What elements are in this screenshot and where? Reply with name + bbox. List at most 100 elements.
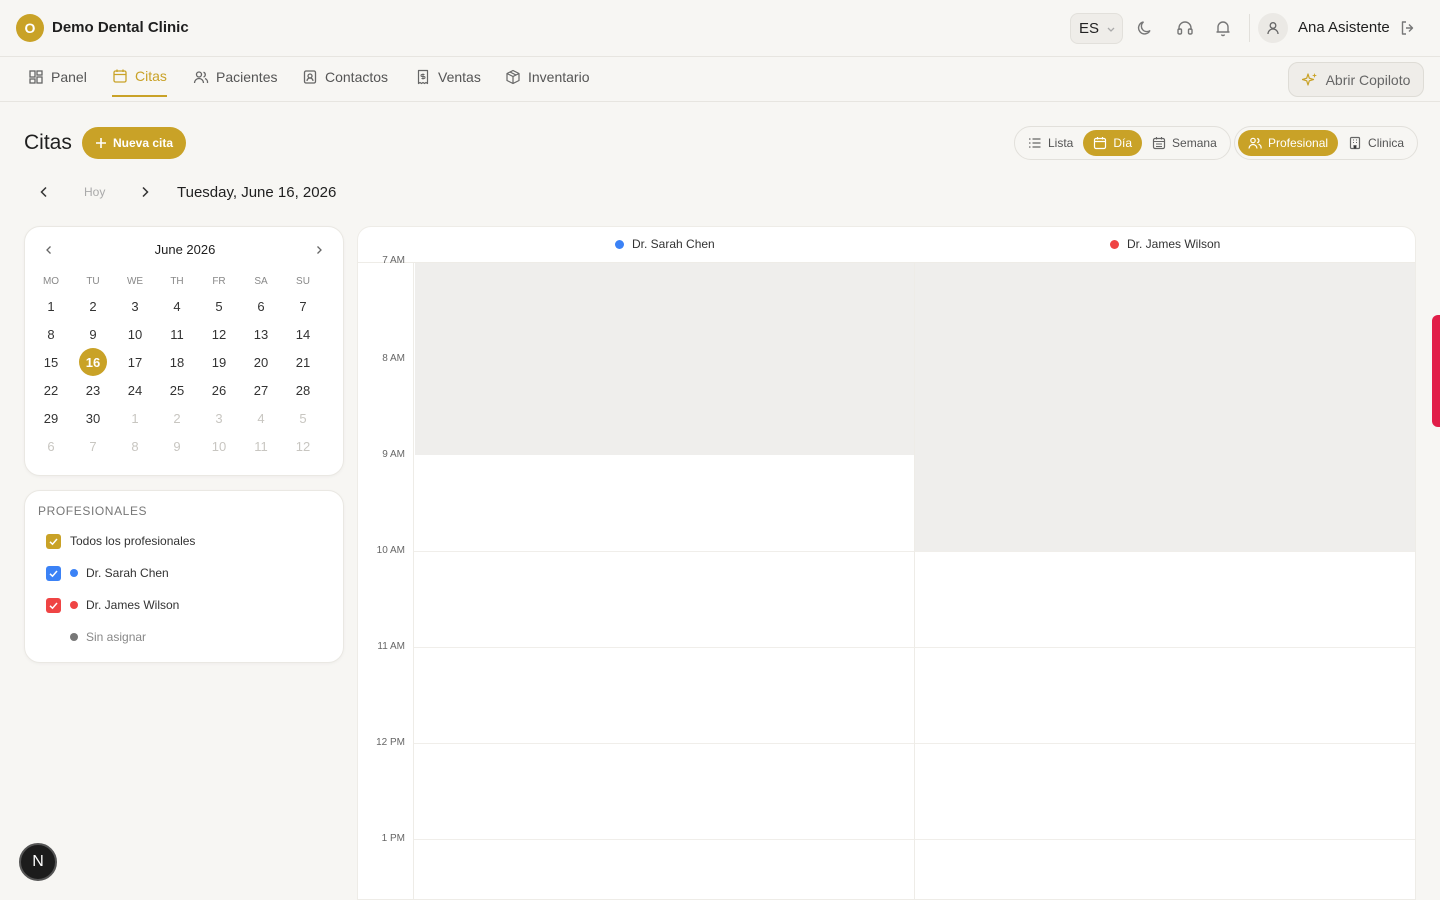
calendar-day[interactable]: 30 — [72, 404, 114, 432]
calendar-day[interactable]: 8 — [114, 432, 156, 460]
color-dot — [70, 601, 78, 609]
calendar-day[interactable]: 1 — [30, 292, 72, 320]
floating-badge[interactable]: N — [19, 843, 57, 881]
users-icon — [1248, 136, 1262, 150]
calendar-day[interactable]: 12 — [198, 320, 240, 348]
today-button[interactable]: Hoy — [84, 185, 105, 199]
view-week-button[interactable]: Semana — [1142, 130, 1227, 156]
hour-line — [414, 839, 1415, 840]
copilot-label: Abrir Copiloto — [1325, 71, 1411, 88]
calendar-day[interactable]: 21 — [282, 348, 324, 376]
day-number: 18 — [169, 354, 185, 370]
prev-day-button[interactable] — [36, 184, 52, 200]
bell-icon[interactable] — [1213, 18, 1233, 38]
checkbox[interactable] — [46, 597, 61, 613]
group-clinic-button[interactable]: Clinica — [1338, 130, 1414, 156]
calendar-day[interactable]: 6 — [30, 432, 72, 460]
checkbox[interactable] — [46, 565, 61, 581]
calendar-day[interactable]: 3 — [114, 292, 156, 320]
calendar-day[interactable]: 5 — [282, 404, 324, 432]
filter-unassigned[interactable]: Sin asignar — [70, 628, 146, 646]
building-icon — [1348, 136, 1362, 150]
calendar-day[interactable]: 4 — [240, 404, 282, 432]
calendar-day[interactable]: 28 — [282, 376, 324, 404]
clinic-name[interactable]: Demo Dental Clinic — [52, 19, 189, 36]
calendar-day[interactable]: 7 — [72, 432, 114, 460]
user-name[interactable]: Ana Asistente — [1298, 19, 1390, 36]
calendar-day[interactable]: 11 — [156, 320, 198, 348]
checkbox[interactable] — [46, 533, 61, 549]
calendar-day[interactable]: 22 — [30, 376, 72, 404]
filter-james-wilson[interactable]: Dr. James Wilson — [46, 596, 179, 614]
open-copilot-button[interactable]: Abrir Copiloto — [1288, 62, 1424, 97]
time-label: 11 AM — [377, 641, 405, 652]
calendar-day[interactable]: 26 — [198, 376, 240, 404]
nav-inventario[interactable]: Inventario — [505, 57, 589, 97]
filter-all-professionals[interactable]: Todos los profesionales — [46, 532, 195, 550]
calendar-day[interactable]: 4 — [156, 292, 198, 320]
nav-citas[interactable]: Citas — [112, 57, 167, 97]
calendar-day[interactable]: 11 — [240, 432, 282, 460]
calendar-day[interactable]: 5 — [198, 292, 240, 320]
filter-sarah-chen[interactable]: Dr. Sarah Chen — [46, 564, 169, 582]
calendar-day[interactable]: 1 — [114, 404, 156, 432]
view-list-button[interactable]: Lista — [1018, 130, 1083, 156]
calendar-day[interactable]: 25 — [156, 376, 198, 404]
calendar-day[interactable]: 2 — [156, 404, 198, 432]
group-clinic-label: Clinica — [1368, 136, 1405, 150]
calendar-day[interactable]: 13 — [240, 320, 282, 348]
feedback-tab[interactable] — [1432, 315, 1440, 427]
calendar-day[interactable]: 14 — [282, 320, 324, 348]
calendar-icon — [1093, 136, 1107, 150]
calendar-day[interactable]: 17 — [114, 348, 156, 376]
hour-line — [414, 743, 1415, 744]
chevron-down-icon — [1106, 24, 1116, 34]
nav-ventas[interactable]: Ventas — [415, 57, 481, 97]
calendar-day[interactable]: 12 — [282, 432, 324, 460]
day-number: 23 — [85, 382, 101, 398]
calendar-day[interactable]: 3 — [198, 404, 240, 432]
month-label: June 2026 — [154, 242, 216, 257]
column-header-sarah-chen: Dr. Sarah Chen — [615, 237, 715, 251]
day-number: 30 — [85, 410, 101, 426]
color-dot — [1110, 239, 1119, 249]
nav-pacientes[interactable]: Pacientes — [193, 57, 277, 97]
calendar-day[interactable]: 18 — [156, 348, 198, 376]
nav-contactos[interactable]: Contactos — [302, 57, 388, 97]
day-number: 28 — [295, 382, 311, 398]
calendar-day[interactable]: 10 — [198, 432, 240, 460]
day-number: 19 — [211, 354, 227, 370]
calendar-day[interactable]: 24 — [114, 376, 156, 404]
calendar-day[interactable]: 7 — [282, 292, 324, 320]
calendar-day[interactable]: 23 — [72, 376, 114, 404]
nav-panel[interactable]: Panel — [28, 57, 87, 97]
calendar-day[interactable]: 27 — [240, 376, 282, 404]
moon-icon[interactable] — [1135, 18, 1155, 38]
calendar-day[interactable]: 16 — [72, 348, 114, 376]
calendar-day[interactable]: 19 — [198, 348, 240, 376]
group-professional-button[interactable]: Profesional — [1238, 130, 1339, 156]
new-appointment-button[interactable]: Nueva cita — [82, 127, 186, 159]
view-week-label: Semana — [1172, 136, 1217, 150]
nav-label: Citas — [135, 68, 167, 84]
calendar-day[interactable]: 20 — [240, 348, 282, 376]
next-month-button[interactable] — [313, 244, 325, 256]
logout-icon[interactable] — [1398, 18, 1418, 38]
headset-icon[interactable] — [1175, 18, 1195, 38]
calendar-day[interactable]: 6 — [240, 292, 282, 320]
calendar-day[interactable]: 9 — [156, 432, 198, 460]
next-day-button[interactable] — [137, 184, 153, 200]
day-number: 2 — [89, 298, 97, 314]
calendar-day[interactable]: 2 — [72, 292, 114, 320]
calendar-day[interactable]: 15 — [30, 348, 72, 376]
view-day-button[interactable]: Día — [1083, 130, 1143, 156]
calendar-day[interactable]: 29 — [30, 404, 72, 432]
language-select[interactable]: ES — [1070, 13, 1123, 44]
calendar-icon — [112, 68, 128, 84]
calendar-day[interactable]: 8 — [30, 320, 72, 348]
day-number: 6 — [257, 298, 265, 314]
calendar-day[interactable]: 10 — [114, 320, 156, 348]
calendar-day[interactable]: 9 — [72, 320, 114, 348]
clinic-logo[interactable]: O — [16, 14, 44, 42]
avatar[interactable] — [1258, 13, 1288, 43]
